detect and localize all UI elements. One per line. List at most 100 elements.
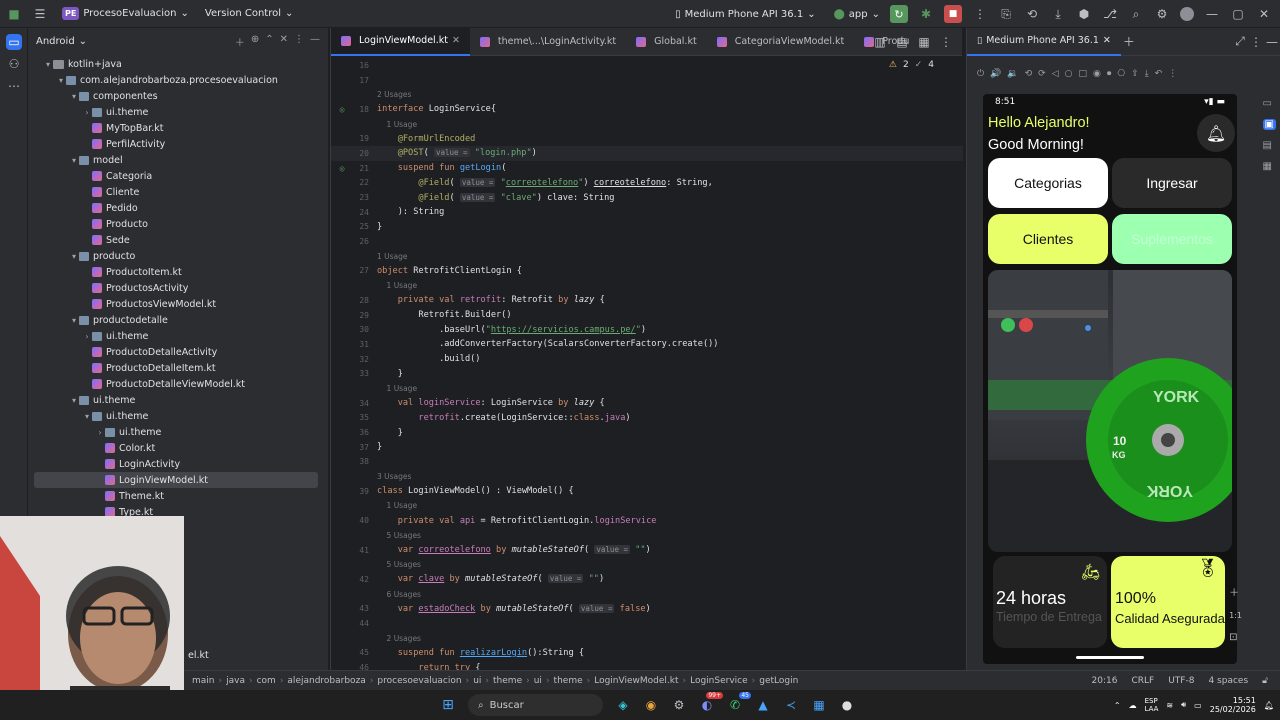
- zoom-reset-icon[interactable]: 1:1: [1229, 611, 1242, 620]
- steam-icon[interactable]: ⚙: [671, 697, 687, 713]
- rotate-right-icon[interactable]: ⟳: [1038, 69, 1046, 79]
- breadcrumb-item[interactable]: ui: [534, 676, 542, 686]
- tree-item[interactable]: › ui.theme: [28, 328, 328, 344]
- volume-down-icon[interactable]: 🔉: [1007, 69, 1018, 79]
- add-icon[interactable]: ＋: [1121, 34, 1137, 50]
- sdk-manager-icon[interactable]: ⬢: [1076, 6, 1092, 22]
- fit-icon[interactable]: ⊡: [1229, 632, 1242, 643]
- chevron-down-icon[interactable]: ▾: [69, 316, 79, 325]
- tree-item[interactable]: Sede: [28, 232, 328, 248]
- tree-item[interactable]: ProductoItem.kt: [28, 264, 328, 280]
- tree-item[interactable]: ▾ model: [28, 152, 328, 168]
- code-area[interactable]: 16 17 2 Usages ◎ 18 interface LoginService…: [331, 58, 963, 673]
- code-view-icon[interactable]: ▤: [894, 34, 910, 50]
- rerun-button[interactable]: ↻: [890, 5, 908, 23]
- close-icon[interactable]: ✕: [452, 35, 460, 46]
- profiler-icon[interactable]: ⤓: [1050, 6, 1066, 22]
- device-manager-icon[interactable]: ⎘: [998, 6, 1014, 22]
- design-view-icon[interactable]: ▦: [916, 34, 932, 50]
- zoom-in-icon[interactable]: ＋: [1229, 584, 1242, 599]
- logcat-icon[interactable]: ▦: [1263, 161, 1276, 172]
- windows-start-icon[interactable]: ⊞: [440, 697, 456, 713]
- download-icon[interactable]: ⤓: [1145, 69, 1149, 79]
- tree-item[interactable]: Color.kt: [28, 440, 328, 456]
- tree-item[interactable]: ▾ ui.theme: [28, 408, 328, 424]
- minimize-icon[interactable]: —: [1204, 6, 1220, 22]
- breadcrumb-item[interactable]: com: [257, 676, 276, 686]
- more-icon[interactable]: ⋮: [972, 6, 988, 22]
- tree-item[interactable]: ProductosActivity: [28, 280, 328, 296]
- search-icon[interactable]: ⌕: [1128, 6, 1144, 22]
- breadcrumb-item[interactable]: main: [192, 676, 215, 686]
- chevron-right-icon[interactable]: ›: [82, 332, 92, 341]
- chevron-right-icon[interactable]: ›: [82, 108, 92, 117]
- editor-tab[interactable]: CategoriaViewModel.kt: [707, 28, 855, 56]
- chevron-down-icon[interactable]: ▾: [82, 412, 92, 421]
- caret-position[interactable]: 20:16: [1092, 676, 1118, 686]
- tray-chevron-icon[interactable]: ⌃: [1114, 701, 1121, 710]
- onedrive-icon[interactable]: ☁: [1129, 701, 1137, 710]
- tree-item[interactable]: › ui.theme: [28, 104, 328, 120]
- tree-item[interactable]: ProductosViewModel.kt: [28, 296, 328, 312]
- breadcrumb-item[interactable]: procesoevaluacion: [377, 676, 461, 686]
- screenshot-icon[interactable]: ◉: [1093, 69, 1101, 79]
- tree-item[interactable]: ProductoDetalleActivity: [28, 344, 328, 360]
- breadcrumb-item[interactable]: java: [226, 676, 245, 686]
- breadcrumb-item[interactable]: ui: [473, 676, 481, 686]
- main-menu-icon[interactable]: ☰: [32, 6, 48, 22]
- upload-icon[interactable]: ⇪: [1131, 69, 1139, 79]
- lock-icon[interactable]: 🔓︎: [1262, 676, 1268, 686]
- more-icon[interactable]: ⋮: [1168, 69, 1177, 79]
- editor-tab[interactable]: LoginViewModel.kt ✕: [331, 27, 470, 56]
- hide-icon[interactable]: —: [1264, 34, 1280, 50]
- clock-time[interactable]: 15:51: [1233, 696, 1256, 705]
- expand-icon[interactable]: ⤢: [1232, 34, 1248, 50]
- breadcrumb-item[interactable]: theme: [493, 676, 522, 686]
- discord-icon[interactable]: ◐ 99+: [699, 692, 723, 713]
- suplementos-button[interactable]: Suplementos: [1112, 214, 1232, 264]
- avatar[interactable]: [1180, 7, 1194, 21]
- indent-setting[interactable]: 4 spaces: [1208, 676, 1248, 686]
- tree-item[interactable]: Pedido: [28, 200, 328, 216]
- tree-item[interactable]: ▾ ui.theme: [28, 392, 328, 408]
- notes-icon[interactable]: ▦: [811, 697, 827, 713]
- project-view-selector[interactable]: Android ⌄ ＋ ⊕ ⌃ ✕ ⋮ —: [28, 28, 328, 54]
- tree-item[interactable]: ▾ producto: [28, 248, 328, 264]
- volume-up-icon[interactable]: 🔊: [990, 69, 1001, 79]
- git-icon[interactable]: ⎇: [1102, 6, 1118, 22]
- taskbar-search[interactable]: ⌕ Buscar: [468, 694, 603, 716]
- close-icon[interactable]: ✕: [1256, 6, 1272, 22]
- options-icon[interactable]: ⋮: [1248, 34, 1264, 50]
- chevron-down-icon[interactable]: ▾: [43, 60, 53, 69]
- home-icon[interactable]: ○: [1065, 69, 1073, 79]
- sync-icon[interactable]: ⟲: [1024, 6, 1040, 22]
- whatsapp-icon[interactable]: ✆ 45: [727, 692, 751, 713]
- language-code[interactable]: ESP: [1145, 697, 1159, 705]
- power-icon[interactable]: ⏻: [977, 69, 984, 79]
- emulator-screen[interactable]: 8:51 ▾▮ ▬ Hello Alejandro! Good Morning!…: [983, 94, 1237, 664]
- volume-icon[interactable]: 🔊︎: [1181, 700, 1186, 710]
- restore-icon[interactable]: ▢: [1230, 6, 1246, 22]
- project-switcher[interactable]: PE ProcesoEvaluacion ⌄: [62, 7, 189, 20]
- tree-item[interactable]: Theme.kt: [28, 488, 328, 504]
- chevron-down-icon[interactable]: ▾: [69, 252, 79, 261]
- tree-item[interactable]: ▾ kotlin+java: [28, 56, 328, 72]
- tree-item[interactable]: ▾ componentes: [28, 88, 328, 104]
- tree-item[interactable]: ▾ productodetalle: [28, 312, 328, 328]
- wifi-icon[interactable]: ≋: [1166, 701, 1173, 710]
- tree-item[interactable]: ProductoDetalleItem.kt: [28, 360, 328, 376]
- hide-icon[interactable]: —: [310, 34, 320, 49]
- battery-icon[interactable]: ▭: [1194, 701, 1202, 710]
- tree-item[interactable]: › ui.theme: [28, 424, 328, 440]
- editor-tab[interactable]: theme\...\LoginActivity.kt: [470, 28, 626, 56]
- line-separator[interactable]: CRLF: [1131, 676, 1154, 686]
- tab-options-icon[interactable]: ⋮: [938, 34, 954, 50]
- close-icon[interactable]: ✕: [1103, 35, 1111, 46]
- tree-item[interactable]: MyTopBar.kt: [28, 120, 328, 136]
- chrome-icon[interactable]: ◉: [643, 697, 659, 713]
- breadcrumb-item[interactable]: theme: [554, 676, 583, 686]
- undo-icon[interactable]: ↶: [1155, 69, 1163, 79]
- run-config-selector[interactable]: ⬤ app ⌄: [834, 9, 880, 20]
- tree-item[interactable]: ProductoDetalleViewModel.kt: [28, 376, 328, 392]
- back-icon[interactable]: ◁: [1052, 69, 1059, 79]
